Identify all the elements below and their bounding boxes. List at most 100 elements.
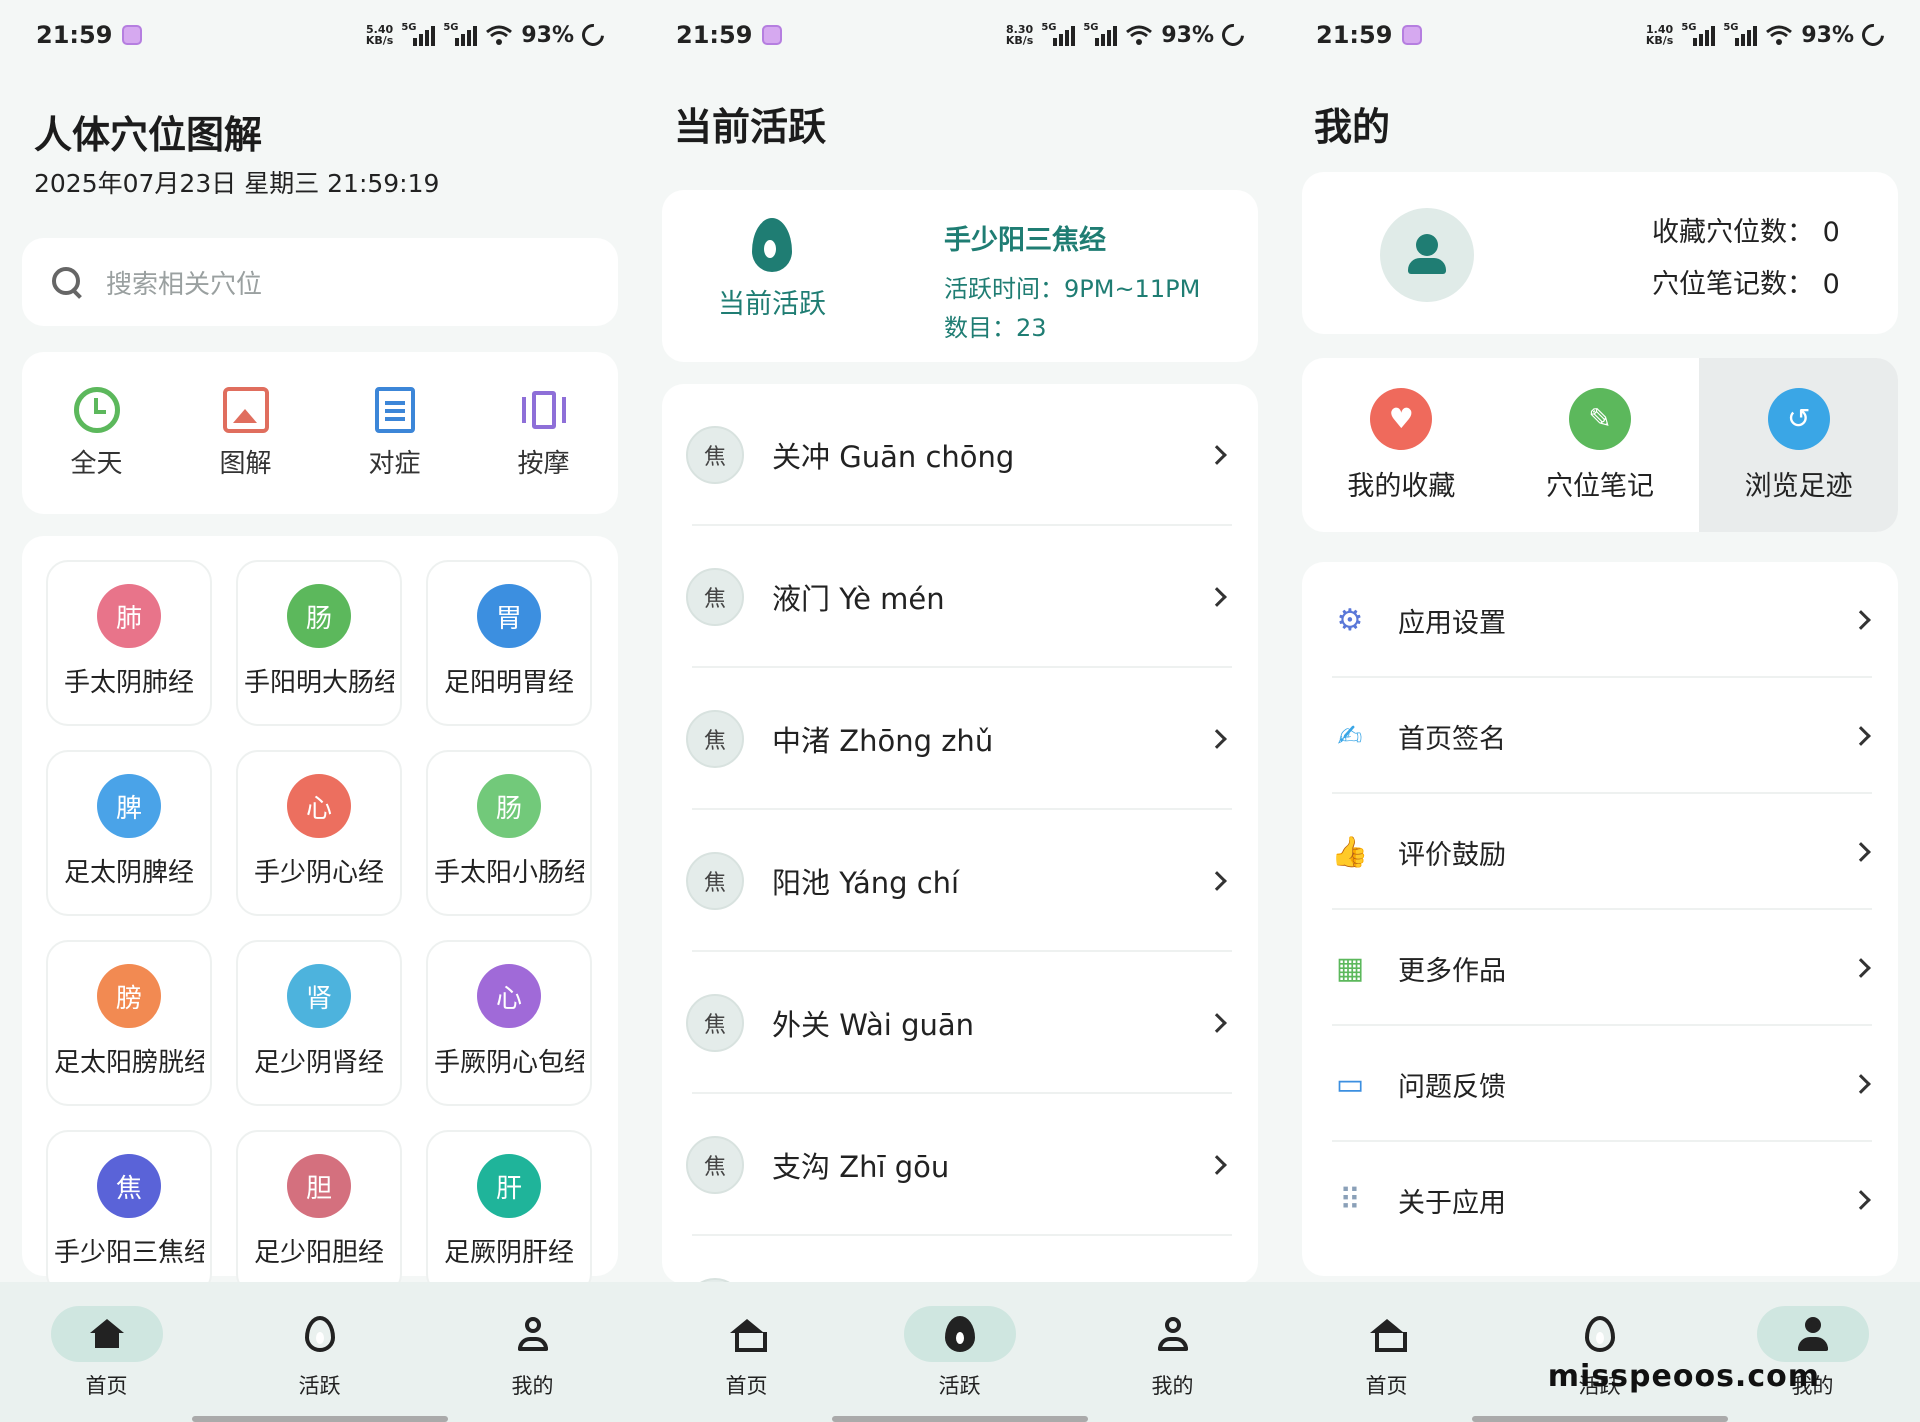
meridian-badge: 肾 [287, 964, 351, 1028]
wifi-icon [1125, 24, 1153, 46]
meridian-item[interactable]: 肺手太阴肺经 [46, 560, 212, 726]
acupoint-name: 阳池 Yáng chí [772, 866, 960, 900]
nav-home[interactable]: 首页 [1280, 1282, 1493, 1422]
acupoint-badge: 焦 [686, 852, 744, 910]
chevron-right-icon [1851, 842, 1871, 862]
nav-mine[interactable]: 我的 [426, 1282, 639, 1422]
shortcut-history[interactable]: ↺ 浏览足迹 [1699, 358, 1898, 532]
shortcut-card: ♥ 我的收藏 ✎ 穴位笔记 ↺ 浏览足迹 [1302, 358, 1898, 532]
menu-item[interactable]: ✍ 首页签名 [1302, 678, 1898, 794]
shortcut-label: 穴位笔记 [1546, 470, 1654, 502]
flame-icon [752, 218, 792, 272]
network-speed: 1.40 KB/s [1645, 23, 1674, 47]
meridian-item[interactable]: 肠手阳明大肠经 [236, 560, 402, 726]
shortcut-favorites[interactable]: ♥ 我的收藏 [1302, 358, 1501, 532]
menu-label: 更多作品 [1398, 955, 1506, 987]
page-title: 人体穴位图解 [34, 113, 263, 157]
quick-all-day[interactable]: 全天 [32, 386, 162, 480]
nav-home[interactable]: 首页 [640, 1282, 853, 1422]
meridian-name: 足阳明胃经 [443, 668, 574, 698]
network-speed: 8.30 KB/s [1005, 23, 1034, 47]
meridian-name: 手太阴肺经 [63, 668, 194, 698]
meridian-name: 足少阴肾经 [253, 1048, 384, 1078]
meridian-item[interactable]: 肾足少阴肾经 [236, 940, 402, 1106]
chevron-right-icon [1207, 729, 1227, 749]
meridian-item[interactable]: 脾足太阴脾经 [46, 750, 212, 916]
chevron-right-icon [1207, 445, 1227, 465]
nav-active[interactable]: 活跃 [1493, 1282, 1706, 1422]
search-bar[interactable]: 搜索相关穴位 [22, 238, 618, 326]
signal-icon: 5G [401, 22, 436, 46]
menu-label: 关于应用 [1398, 1187, 1506, 1219]
quick-symptom[interactable]: 对症 [330, 386, 460, 480]
gear-icon: ⚙ [1336, 602, 1364, 638]
note-count: 穴位笔记数： 0 [1652, 269, 1840, 300]
watermark: misspeoos.com [1547, 1359, 1820, 1394]
meridian-name: 手厥阴心包经 [434, 1048, 584, 1078]
status-bar: 21:59 5.40 KB/s 5G 5G 93% [0, 0, 640, 70]
signal-icon: 5G [1083, 22, 1118, 46]
meridian-item[interactable]: 膀足太阳膀胱经 [46, 940, 212, 1106]
nav-active[interactable]: 活跃 [853, 1282, 1066, 1422]
acupoint-list: 焦关冲 Guān chōng 焦液门 Yè mén 焦中渚 Zhōng zhǔ 焦阳池… [662, 384, 1258, 1284]
meridian-name: 手少阳三焦经 [54, 1238, 204, 1268]
nav-home[interactable]: 首页 [0, 1282, 213, 1422]
clock-icon [73, 386, 120, 433]
wifi-icon [1765, 24, 1793, 46]
meridian-item[interactable]: 心手厥阴心包经 [426, 940, 592, 1106]
search-icon [50, 265, 84, 299]
nav-mine[interactable]: 我的 [1706, 1282, 1919, 1422]
meridian-grid: 肺手太阴肺经肠手阳明大肠经胃足阳明胃经脾足太阴脾经心手少阴心经肠手太阳小肠经膀足… [22, 536, 618, 1296]
signature-icon: ✍ [1337, 718, 1363, 754]
battery-icon [1857, 19, 1889, 51]
meridian-name: 足太阴脾经 [63, 858, 194, 888]
notification-icon [762, 25, 783, 45]
chevron-right-icon [1207, 1013, 1227, 1033]
meridian-badge: 膀 [97, 964, 161, 1028]
note-icon: ✎ [1569, 387, 1631, 450]
document-icon [374, 386, 415, 433]
shortcut-label: 我的收藏 [1347, 470, 1456, 502]
meridian-item[interactable]: 胃足阳明胃经 [426, 560, 592, 726]
nav-active[interactable]: 活跃 [213, 1282, 426, 1422]
meridian-item[interactable]: 心手少阴心经 [236, 750, 402, 916]
acupoint-badge: 焦 [686, 568, 744, 626]
meridian-item[interactable]: 胆足少阳胆经 [236, 1130, 402, 1296]
acupoint-row[interactable]: 焦关冲 Guān chōng [662, 384, 1258, 526]
menu-item[interactable]: ▭ 问题反馈 [1302, 1026, 1898, 1142]
acupoint-row[interactable]: 焦支沟 Zhī gōu [662, 1094, 1258, 1236]
meridian-item[interactable]: 肝足厥阴肝经 [426, 1130, 592, 1296]
profile-card: 收藏穴位数： 0 穴位笔记数： 0 [1302, 172, 1898, 334]
menu-item[interactable]: ▦ 更多作品 [1302, 910, 1898, 1026]
menu-label: 首页签名 [1398, 723, 1506, 755]
signal-icon: 5G [1041, 22, 1076, 46]
shortcut-notes[interactable]: ✎ 穴位笔记 [1501, 358, 1700, 532]
meridian-item[interactable]: 焦手少阳三焦经 [46, 1130, 212, 1296]
acupoint-row[interactable]: 焦液门 Yè mén [662, 526, 1258, 668]
avatar[interactable] [1380, 208, 1474, 302]
acupoint-row[interactable]: 焦中渚 Zhōng zhǔ [662, 668, 1258, 810]
menu-item[interactable]: ⠿ 关于应用 [1302, 1142, 1898, 1258]
active-meridian-card[interactable]: 当前活跃 手少阳三焦经 活跃时间：9PM~11PM 数目：23 [662, 190, 1258, 362]
home-icon [89, 1319, 124, 1349]
quick-illustration[interactable]: 图解 [181, 386, 311, 480]
meridian-name: 手少阴心经 [253, 858, 384, 888]
chevron-right-icon [1851, 610, 1871, 630]
acupoint-badge: 焦 [686, 426, 744, 484]
menu-item[interactable]: 👍 评价鼓励 [1302, 794, 1898, 910]
meridian-badge: 胆 [287, 1154, 351, 1218]
gesture-bar[interactable] [832, 1416, 1088, 1422]
meridian-name: 足少阳胆经 [253, 1238, 384, 1268]
bottom-nav: 首页 活跃 我的 [1280, 1282, 1920, 1422]
bottom-nav: 首页 活跃 我的 [0, 1282, 640, 1422]
acupoint-row[interactable]: 焦阳池 Yáng chí [662, 810, 1258, 952]
acupoint-row[interactable]: 焦外关 Wài guān [662, 952, 1258, 1094]
nav-mine[interactable]: 我的 [1066, 1282, 1279, 1422]
menu-item[interactable]: ⚙ 应用设置 [1302, 562, 1898, 678]
acupoint-row[interactable] [662, 1236, 1258, 1284]
home-icon [1369, 1319, 1407, 1352]
meridian-item[interactable]: 肠手太阳小肠经 [426, 750, 592, 916]
gesture-bar[interactable] [1472, 1416, 1728, 1422]
quick-massage[interactable]: 按摩 [479, 387, 609, 480]
gesture-bar[interactable] [192, 1416, 448, 1422]
